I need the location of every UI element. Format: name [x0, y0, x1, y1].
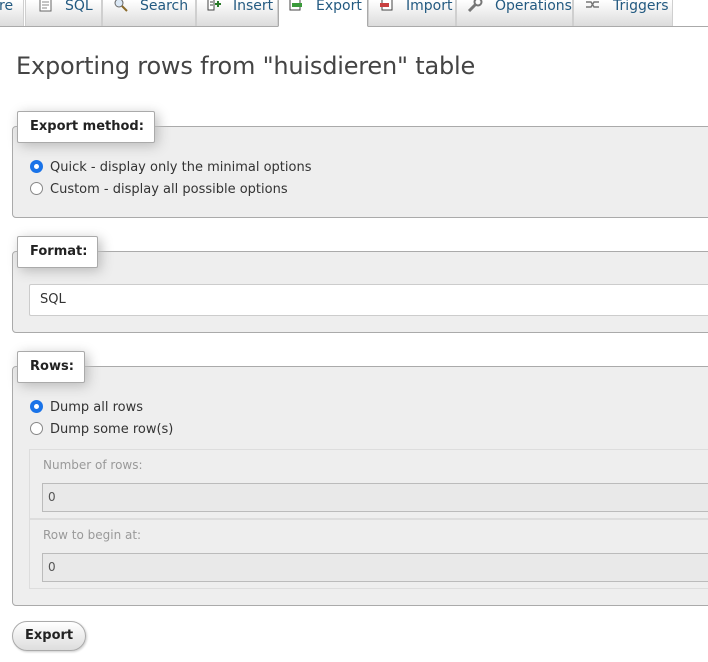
tab-label: re: [0, 0, 14, 14]
format-fieldset: Format: SQL: [12, 236, 708, 333]
export-method-legend: Export method:: [17, 111, 155, 143]
tab-insert[interactable]: Insert: [196, 0, 278, 26]
radio-quick-label: Quick - display only the minimal options: [50, 160, 312, 175]
radio-dump-some[interactable]: Dump some row(s): [30, 421, 173, 439]
radio-dump-all-label: Dump all rows: [50, 400, 144, 415]
tab-label: Operations: [495, 0, 572, 14]
tab-import[interactable]: Import: [368, 0, 456, 26]
row-to-begin-label: Row to begin at:: [43, 528, 142, 542]
format-legend: Format:: [17, 236, 99, 268]
tab-label: Insert: [233, 0, 274, 14]
radio-dump-some-label: Dump some row(s): [50, 422, 174, 437]
number-of-rows-label: Number of rows:: [43, 458, 143, 472]
tab-label: Triggers: [613, 0, 669, 14]
tab-search[interactable]: Search: [102, 0, 196, 26]
radio-custom[interactable]: Custom - display all possible options: [30, 181, 288, 199]
tab-export[interactable]: Export: [278, 0, 368, 27]
radio-quick[interactable]: Quick - display only the minimal options: [30, 159, 312, 177]
tab-label: Import: [406, 0, 453, 14]
rows-fieldset: Rows: Dump all rows Dump some row(s) Num…: [12, 351, 708, 606]
tab-sql[interactable]: SQL: [25, 0, 102, 26]
radio-button-checked[interactable]: [30, 400, 43, 413]
radio-button-checked[interactable]: [30, 160, 43, 173]
export-method-fieldset: Export method: Quick - display only the …: [12, 111, 708, 218]
top-tabs: re SQL Search Insert Export Import Opera…: [0, 0, 708, 27]
radio-dump-all[interactable]: Dump all rows: [30, 399, 143, 417]
row-to-begin-input[interactable]: 0: [42, 553, 708, 582]
radio-custom-label: Custom - display all possible options: [50, 182, 288, 197]
tab-triggers[interactable]: Triggers: [573, 0, 673, 26]
search-icon: [113, 0, 129, 12]
tab-label: Search: [140, 0, 189, 14]
radio-button[interactable]: [30, 182, 43, 195]
radio-button[interactable]: [30, 422, 43, 435]
tab-structure[interactable]: re: [0, 0, 24, 26]
sql-icon: [38, 0, 54, 12]
triggers-icon: [585, 0, 601, 12]
rows-legend: Rows:: [17, 351, 85, 383]
operations-icon: [467, 0, 483, 13]
number-of-rows-input[interactable]: 0: [42, 483, 708, 512]
tab-operations[interactable]: Operations: [456, 0, 573, 26]
tab-label: SQL: [65, 0, 93, 14]
import-icon: [379, 0, 395, 12]
insert-icon: [207, 0, 223, 12]
number-of-rows-panel: Number of rows: 0: [29, 449, 708, 519]
page-title: Exporting rows from "huisdieren" table: [16, 52, 476, 80]
export-button[interactable]: Export: [12, 621, 87, 651]
export-icon: [289, 0, 305, 12]
row-to-begin-panel: Row to begin at: 0: [29, 519, 708, 589]
tab-label: Export: [316, 0, 362, 14]
format-select[interactable]: SQL: [29, 284, 708, 316]
